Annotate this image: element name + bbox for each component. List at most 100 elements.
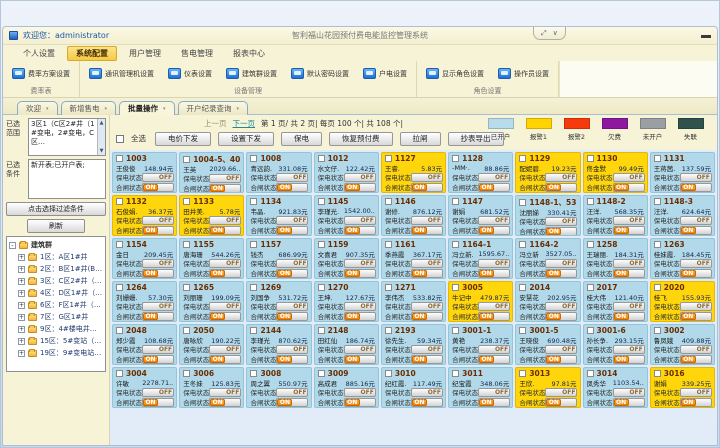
supply-status-toggle[interactable]: OFF [411, 302, 443, 311]
supply-status-toggle[interactable]: OFF [680, 388, 712, 397]
close-status-toggle[interactable]: ON [680, 355, 712, 364]
supply-status-toggle[interactable]: OFF [613, 259, 645, 268]
prev-page-link[interactable]: 上一页 [204, 118, 227, 129]
card-checkbox[interactable] [183, 284, 190, 291]
close-status-toggle[interactable]: ON [613, 226, 645, 235]
card-checkbox[interactable] [385, 155, 392, 162]
close-status-toggle[interactable]: ON [545, 312, 577, 321]
close-status-toggle[interactable]: ON [276, 312, 308, 321]
supply-status-toggle[interactable]: OFF [478, 216, 510, 225]
card-checkbox[interactable] [318, 241, 325, 248]
ribbon-button-建筑群设置[interactable]: 建筑群设置 [223, 66, 280, 81]
tab-开户纪录查询[interactable]: 开户纪录查询▾ [178, 101, 249, 115]
close-status-toggle[interactable]: ON [209, 355, 241, 364]
action-button-电价下发[interactable]: 电价下发 [155, 132, 211, 146]
card-checkbox[interactable] [385, 284, 392, 291]
supply-status-toggle[interactable]: OFF [344, 259, 376, 268]
card-checkbox[interactable] [587, 198, 594, 205]
supply-status-toggle[interactable]: OFF [545, 302, 577, 311]
menu-item-系统配置[interactable]: 系统配置 [67, 46, 117, 61]
tab-欢迎[interactable]: 欢迎▾ [17, 101, 58, 115]
supply-status-toggle[interactable]: OFF [613, 173, 645, 182]
selected-condition-listbox[interactable]: 新开表;已开户表; [28, 159, 106, 199]
supply-status-toggle[interactable]: OFF [142, 216, 174, 225]
expand-icon[interactable]: + [18, 266, 25, 273]
supply-status-toggle[interactable]: OFF [142, 345, 174, 354]
card-checkbox[interactable] [587, 155, 594, 162]
supply-status-toggle[interactable]: OFF [680, 345, 712, 354]
supply-status-toggle[interactable]: OFF [545, 259, 577, 268]
close-status-toggle[interactable]: ON [478, 355, 510, 364]
tree-item[interactable]: +1区：A区1#井 [9, 251, 103, 263]
supply-status-toggle[interactable]: OFF [344, 216, 376, 225]
tab-dropdown-icon[interactable]: ▾ [237, 106, 240, 112]
close-status-toggle[interactable]: ON [276, 226, 308, 235]
close-status-toggle[interactable]: ON [478, 269, 510, 278]
card-checkbox[interactable] [654, 241, 661, 248]
close-status-toggle[interactable]: ON [411, 269, 443, 278]
close-status-toggle[interactable]: ON [680, 226, 712, 235]
supply-status-toggle[interactable]: OFF [209, 388, 241, 397]
expand-icon[interactable]: + [18, 314, 25, 321]
card-checkbox[interactable] [318, 370, 325, 377]
customize-icon[interactable]: ⤢ [541, 29, 547, 38]
supply-status-toggle[interactable]: OFF [411, 173, 443, 182]
card-checkbox[interactable] [452, 241, 459, 248]
card-checkbox[interactable] [385, 327, 392, 334]
expand-icon[interactable]: + [18, 278, 25, 285]
expand-icon[interactable]: + [18, 350, 25, 357]
card-checkbox[interactable] [452, 284, 459, 291]
close-status-toggle[interactable]: ON [344, 269, 376, 278]
close-status-toggle[interactable]: ON [613, 183, 645, 192]
tab-dropdown-icon[interactable]: ▾ [46, 106, 49, 112]
card-checkbox[interactable] [587, 370, 594, 377]
card-checkbox[interactable] [183, 241, 190, 248]
supply-status-toggle[interactable]: OFF [209, 259, 241, 268]
minimize-button[interactable] [701, 32, 711, 38]
card-checkbox[interactable] [116, 198, 123, 205]
menu-item-售电管理[interactable]: 售电管理 [173, 47, 221, 60]
card-checkbox[interactable] [587, 327, 594, 334]
supply-status-toggle[interactable]: OFF [478, 173, 510, 182]
card-checkbox[interactable] [183, 156, 190, 163]
choose-filter-button[interactable]: 点击选择过滤条件 [6, 202, 106, 216]
menu-item-报表中心[interactable]: 报表中心 [225, 47, 273, 60]
supply-status-toggle[interactable]: OFF [411, 259, 443, 268]
close-status-toggle[interactable]: ON [680, 183, 712, 192]
card-checkbox[interactable] [116, 327, 123, 334]
tab-批量操作[interactable]: 批量操作▾ [119, 101, 175, 115]
card-checkbox[interactable] [654, 370, 661, 377]
card-checkbox[interactable] [116, 241, 123, 248]
close-status-toggle[interactable]: ON [142, 355, 174, 364]
supply-status-toggle[interactable]: OFF [276, 173, 308, 182]
select-all-checkbox[interactable] [116, 135, 124, 143]
card-checkbox[interactable] [654, 284, 661, 291]
card-checkbox[interactable] [116, 284, 123, 291]
close-status-toggle[interactable]: ON [613, 269, 645, 278]
card-checkbox[interactable] [452, 198, 459, 205]
supply-status-toggle[interactable]: OFF [344, 302, 376, 311]
card-checkbox[interactable] [519, 199, 526, 206]
next-page-link[interactable]: 下一页 [233, 118, 256, 129]
supply-status-toggle[interactable]: OFF [545, 388, 577, 397]
supply-status-toggle[interactable]: OFF [209, 302, 241, 311]
card-checkbox[interactable] [385, 198, 392, 205]
close-status-toggle[interactable]: ON [276, 398, 308, 407]
menu-item-个人设置[interactable]: 个人设置 [15, 47, 63, 60]
supply-status-toggle[interactable]: OFF [209, 345, 241, 354]
supply-status-toggle[interactable]: OFF [209, 174, 241, 183]
close-status-toggle[interactable]: ON [142, 269, 174, 278]
tree-item[interactable]: +19区：9#变电站（2#… [9, 347, 103, 359]
expand-icon[interactable]: + [18, 302, 25, 309]
expand-icon[interactable]: + [18, 254, 25, 261]
close-status-toggle[interactable]: ON [613, 398, 645, 407]
card-checkbox[interactable] [183, 370, 190, 377]
ribbon-button-仪表设置[interactable]: 仪表设置 [165, 66, 215, 81]
card-checkbox[interactable] [250, 327, 257, 334]
close-status-toggle[interactable]: ON [209, 312, 241, 321]
supply-status-toggle[interactable]: OFF [478, 345, 510, 354]
supply-status-toggle[interactable]: OFF [613, 302, 645, 311]
close-status-toggle[interactable]: ON [411, 183, 443, 192]
ribbon-button-户电设置[interactable]: 户电设置 [360, 66, 410, 81]
close-status-toggle[interactable]: ON [478, 312, 510, 321]
